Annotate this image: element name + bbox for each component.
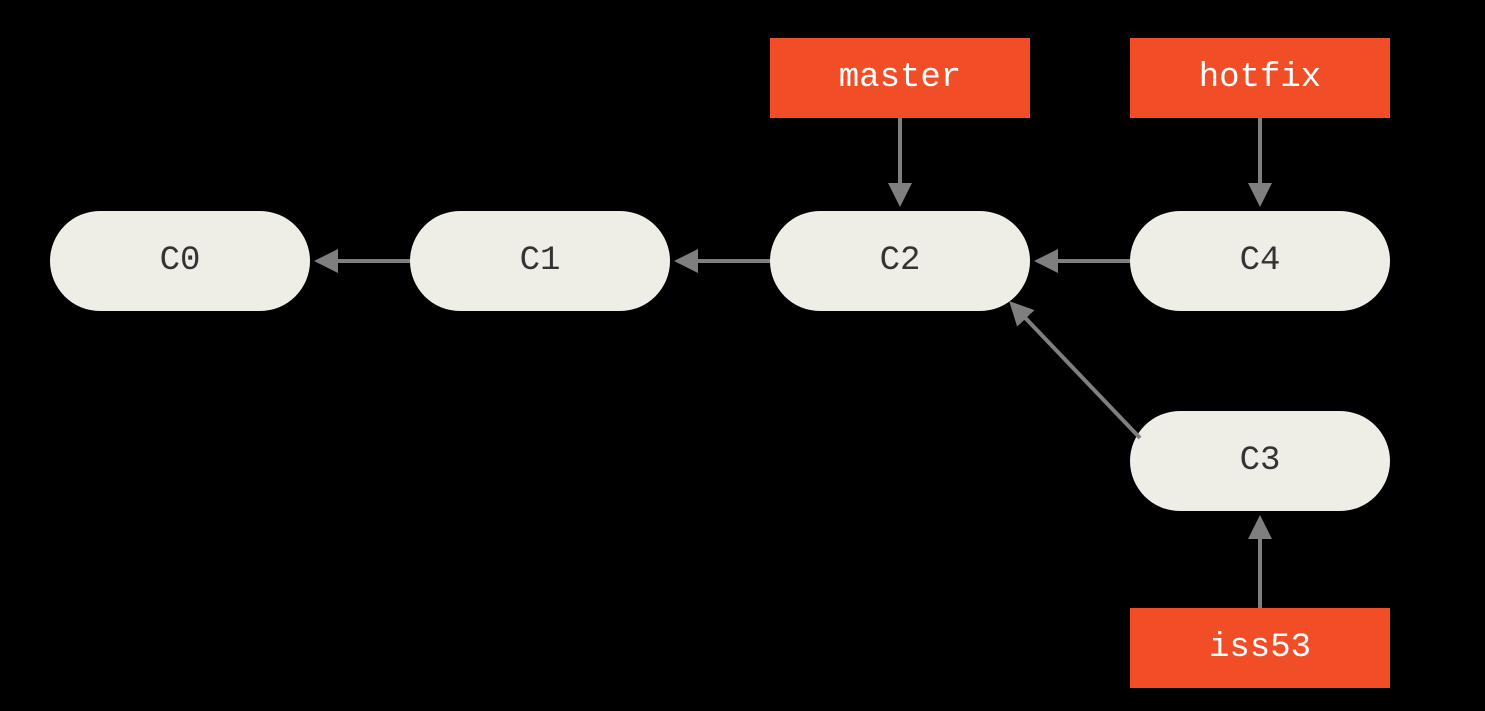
commit-label: C3 [1240, 442, 1281, 480]
commit-node-c4: C4 [1130, 211, 1390, 311]
branch-label-hotfix: hotfix [1130, 38, 1390, 118]
commit-node-c0: C0 [50, 211, 310, 311]
commit-node-c3: C3 [1130, 411, 1390, 511]
commit-label: C4 [1240, 242, 1281, 280]
arrow-c3-to-c2 [1012, 304, 1140, 438]
branch-label-iss53: iss53 [1130, 608, 1390, 688]
branch-label-text: hotfix [1199, 59, 1321, 97]
commit-node-c1: C1 [410, 211, 670, 311]
branch-label-text: iss53 [1209, 629, 1311, 667]
commit-node-c2: C2 [770, 211, 1030, 311]
branch-label-master: master [770, 38, 1030, 118]
branch-label-text: master [839, 59, 961, 97]
commit-label: C0 [160, 242, 201, 280]
commit-label: C2 [880, 242, 921, 280]
commit-label: C1 [520, 242, 561, 280]
